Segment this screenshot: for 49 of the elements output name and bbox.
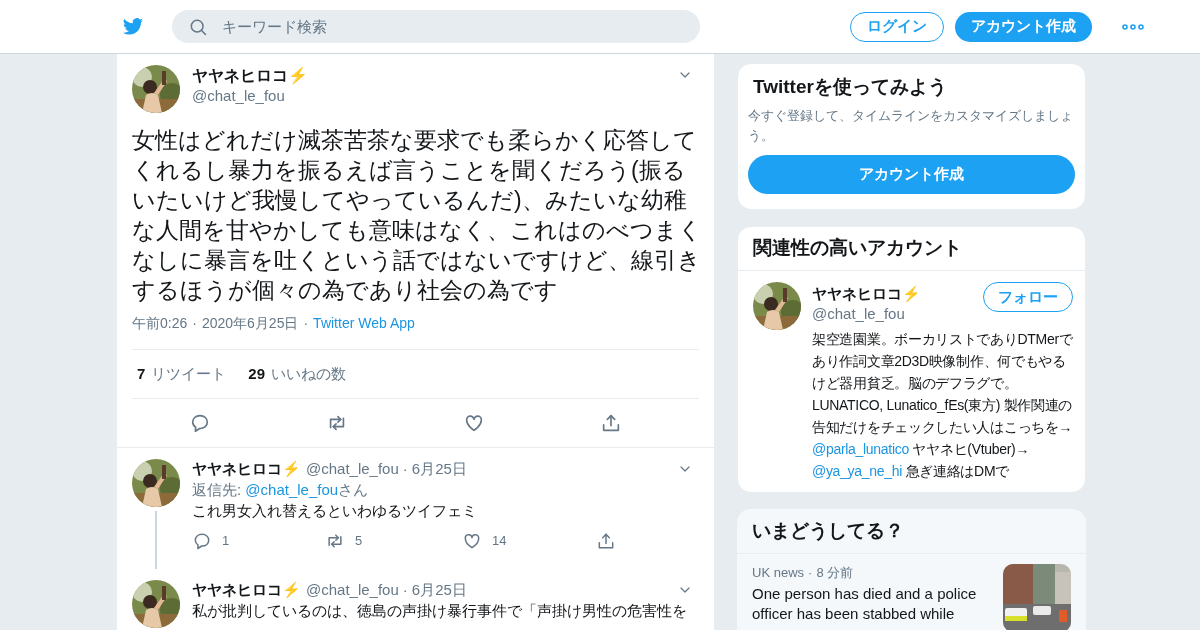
- author-name[interactable]: ヤヤネヒロコ⚡: [192, 66, 677, 86]
- separator-dot: ·: [191, 313, 198, 333]
- account-bio: 架空造園業。ボーカリストでありDTMerであり作詞文章2D3D映像制作、何でもやるけど器用貧乏。脳のデフラグで。LUNATICO, Lunatico_fEs(東方) 製作関連の告知だけをチェックしたい人はこっちを→ @parla_lunatico ヤヤネヒ(Vtuber)→ @ya_ya_ne_hi 急ぎ連絡はDMで: [812, 330, 1074, 481]
- more-icon[interactable]: [1122, 23, 1144, 30]
- account-handle[interactable]: @chat_le_fou: [812, 304, 983, 324]
- mention-link[interactable]: @parla_lunatico: [812, 441, 909, 457]
- retweet-count: 5: [355, 532, 363, 551]
- reply-to-text: 返信先: @chat_le_fouさん: [192, 480, 370, 500]
- trend-headline[interactable]: One person has died and a police officer has been stabbed while: [752, 584, 984, 624]
- signup-button[interactable]: アカウント作成: [955, 11, 1092, 42]
- stat-count[interactable]: 7: [137, 362, 146, 386]
- tweet-date: 2020年6月25日: [201, 313, 299, 333]
- author-handle[interactable]: @chat_le_fou: [192, 86, 677, 106]
- author-handle[interactable]: @chat_le_fou: [306, 580, 399, 600]
- tweet-time: 午前0:26: [132, 313, 188, 333]
- reply-text: 私が批判しているのは、徳島の声掛け暴行事件で「声掛け男性の危害性を: [192, 601, 688, 621]
- card-title: 関連性の高いアカウント: [738, 227, 1085, 271]
- separator-dot: ·: [401, 580, 409, 600]
- login-button[interactable]: ログイン: [850, 11, 944, 42]
- trend-category: UK news: [752, 564, 805, 582]
- search-field[interactable]: キーワード検索: [172, 10, 700, 43]
- mention-link[interactable]: @chat_le_fou: [245, 481, 339, 498]
- tweet-date[interactable]: 6月25日: [411, 580, 677, 600]
- tweet-text: 女性はどれだけ滅茶苦茶な要求でも柔らかく応答してくれるし暴力を振るえば言うことを聞くだろう(振るいたいけど我慢してやっているんだ)、みたいな幼稚な人間を甘やかしても意味はなく、これはのべつまくなしに暴言を吐くという話ではないですけど、線引きするほうが個々の為であり社会の為です: [132, 126, 702, 305]
- stat-label[interactable]: いいねの数: [271, 362, 347, 386]
- signup-button[interactable]: アカウント作成: [748, 155, 1075, 194]
- author-name[interactable]: ヤヤネヒロコ⚡: [192, 580, 301, 600]
- card-text: 今すぐ登録して、タイムラインをカスタマイズしましょう。: [748, 107, 1074, 145]
- mention-link[interactable]: @ya_ya_ne_hi: [812, 463, 902, 479]
- like-count: 14: [492, 532, 507, 551]
- author-name[interactable]: ヤヤネヒロコ⚡: [192, 459, 301, 479]
- like-icon[interactable]: [462, 531, 482, 551]
- separator-dot: ·: [401, 459, 409, 479]
- trend-age: 8 分前: [816, 564, 854, 582]
- reply-icon[interactable]: [192, 531, 212, 551]
- stat-label[interactable]: リツイート: [151, 362, 227, 386]
- tweet-date[interactable]: 6月25日: [411, 459, 677, 479]
- author-handle[interactable]: @chat_le_fou: [306, 459, 399, 479]
- search-icon[interactable]: [188, 17, 208, 37]
- separator-dot: ·: [808, 564, 813, 582]
- share-icon[interactable]: [596, 531, 616, 551]
- reply-count: 1: [222, 532, 230, 551]
- separator-dot: ·: [302, 313, 310, 333]
- stat-count[interactable]: 29: [248, 362, 266, 386]
- account-name[interactable]: ヤヤネヒロコ⚡: [812, 284, 983, 304]
- source-link[interactable]: Twitter Web App: [313, 312, 415, 334]
- reply-text: これ男女入れ替えるといわゆるツイフェミ: [192, 501, 478, 521]
- card-title: いまどうしてる？: [737, 509, 1086, 554]
- card-title: Twitterを使ってみよう: [752, 75, 948, 99]
